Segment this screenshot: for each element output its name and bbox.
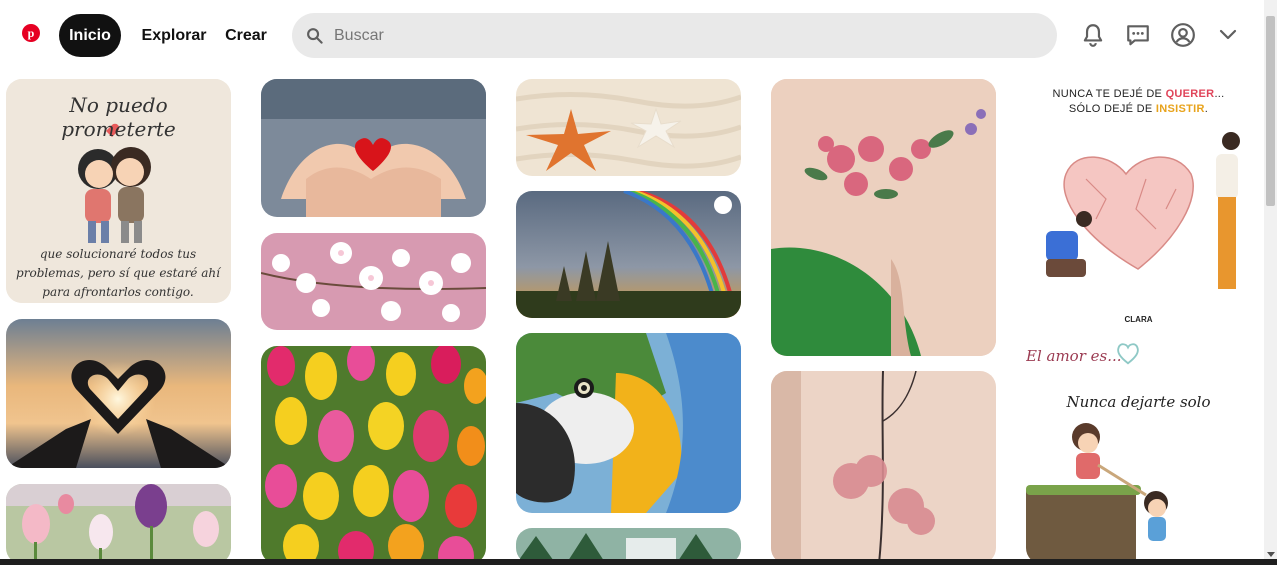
nav-explore-link[interactable]: Explorar <box>133 14 215 57</box>
pin-tulips-colorful[interactable] <box>261 346 486 564</box>
tattoo-shoulder-photo <box>771 79 996 356</box>
heart-hands-photo <box>6 319 231 468</box>
rainbow-photo <box>516 191 741 318</box>
search-icon <box>307 28 323 44</box>
pin-floral-tattoo-back[interactable] <box>771 371 996 564</box>
pin-hands-red-heart[interactable] <box>261 79 486 217</box>
os-taskbar <box>0 559 1277 565</box>
macaw-photo <box>516 333 741 513</box>
nav-home-button[interactable]: Inicio <box>59 14 121 57</box>
pinterest-logo-icon[interactable]: p <box>22 24 40 42</box>
scroll-down-arrow-icon[interactable] <box>1267 552 1275 557</box>
tulips-photo <box>6 484 231 564</box>
heart-outline-icon <box>1117 343 1139 365</box>
pin-el-amor-es[interactable]: El amor es... <box>1026 337 1251 377</box>
user-icon[interactable] <box>1170 22 1196 48</box>
pin-starfish-sand[interactable] <box>516 79 741 176</box>
broken-heart-illustration <box>1046 132 1240 289</box>
svg-text:p: p <box>28 26 35 40</box>
pin-heart-hands-sunset[interactable] <box>6 319 231 468</box>
pin-macaw-parrot[interactable] <box>516 333 741 513</box>
tulips-colorful-photo <box>261 346 486 564</box>
pin-rainbow-landscape[interactable] <box>516 191 741 318</box>
vertical-scrollbar[interactable] <box>1264 0 1277 559</box>
pin-quote-heart-puzzle[interactable]: NUNCA TE DEJÉ DE QUERER... SÓLO DEJÉ DE … <box>1026 79 1251 329</box>
starfish-photo <box>516 79 741 176</box>
scrollbar-thumb[interactable] <box>1266 16 1275 206</box>
cliff-illustration <box>1026 423 1168 564</box>
chevron-down-icon[interactable] <box>1216 26 1240 44</box>
search-bar[interactable] <box>292 13 1057 58</box>
pin-title: No puedo prometerte <box>61 93 176 141</box>
pin-nunca-dejarte-solo[interactable]: Nunca dejarte solo <box>1026 385 1251 564</box>
bell-icon[interactable] <box>1080 22 1106 48</box>
search-input[interactable] <box>334 13 1034 58</box>
pin-signature: CLARA <box>1124 315 1153 324</box>
messages-icon[interactable] <box>1125 22 1151 48</box>
pin-floral-tattoo-shoulder[interactable] <box>771 79 996 356</box>
pin-tulips-field[interactable] <box>6 484 231 564</box>
pin-caption: que solucionaré todos tus problemas, per… <box>16 247 220 299</box>
top-nav: p Inicio Explorar Crear <box>0 0 1264 72</box>
cherry-blossom-photo <box>261 233 486 330</box>
pin-couple-promise[interactable]: No puedo prometerte que solucionaré todo… <box>6 79 231 303</box>
hands-heart-photo <box>261 79 486 217</box>
pin-cherry-blossoms[interactable] <box>261 233 486 330</box>
tattoo-back-photo <box>771 371 996 564</box>
nav-create-link[interactable]: Crear <box>218 14 274 57</box>
